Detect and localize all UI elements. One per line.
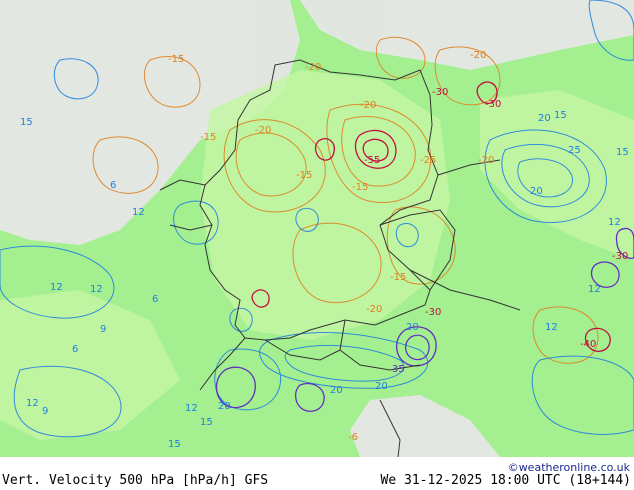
map-title: Vert. Velocity 500 hPa [hPa/h] GFS [2,473,269,488]
contour-label: 20 [330,385,343,396]
contour-label: 15 [20,117,33,128]
contour-label: -15 [390,272,406,283]
contour-label: 12 [185,403,198,414]
contour-label: 20 [218,401,231,412]
contour-label: -40 [580,339,596,350]
contour-label: 6 [152,294,158,305]
contour-label: 15 [168,439,181,450]
contour-label: 12 [132,207,145,218]
contour-label: 12 [50,282,63,293]
contour-label: 12 [608,217,621,228]
contour-label: 6 [110,180,116,191]
contour-label: -30 [432,87,448,98]
contour-label: 6 [72,344,78,355]
contour-label: 15 [616,147,629,158]
contour-label: -30 [612,251,628,262]
contour-label: 35 [392,364,405,375]
contour-label: 12 [26,398,39,409]
contour-label: 12 [588,284,601,295]
contour-label: 9 [42,406,48,417]
contour-label: 9 [100,324,106,335]
contour-label: 25 [568,145,581,156]
contour-label: -15 [200,132,216,143]
map-datetime: We 31-12-2025 18:00 UTC (18+144) [380,473,631,488]
contour-label: -30 [485,99,501,110]
contour-label: -15 [168,54,184,65]
contour-label: -20 [470,50,486,61]
contour-label: 20 [530,186,543,197]
contour-label: -15 [352,182,368,193]
contour-label: -20 [366,304,382,315]
contour-label: -6 [348,432,358,443]
contour-label: 20 [538,113,551,124]
contour-label: -15 [296,170,312,181]
contour-label: 12 [545,322,558,333]
contour-label: -20 [305,62,321,73]
contour-label: 20 [375,381,388,392]
contour-label: 15 [554,110,567,121]
contour-label: -25 [420,155,436,166]
contour-label: -20 [478,155,494,166]
contour-label: -20 [255,125,271,136]
contour-label: 15 [200,417,213,428]
contour-label: -30 [425,307,441,318]
contour-label: -55 [364,155,380,166]
weather-map: -20 -15 -20 -30 -30 20 15 -20 -15 -55 -2… [0,0,634,457]
contour-label: -20 [360,100,376,111]
contour-label: 20 [406,322,419,333]
contour-label: 12 [90,284,103,295]
